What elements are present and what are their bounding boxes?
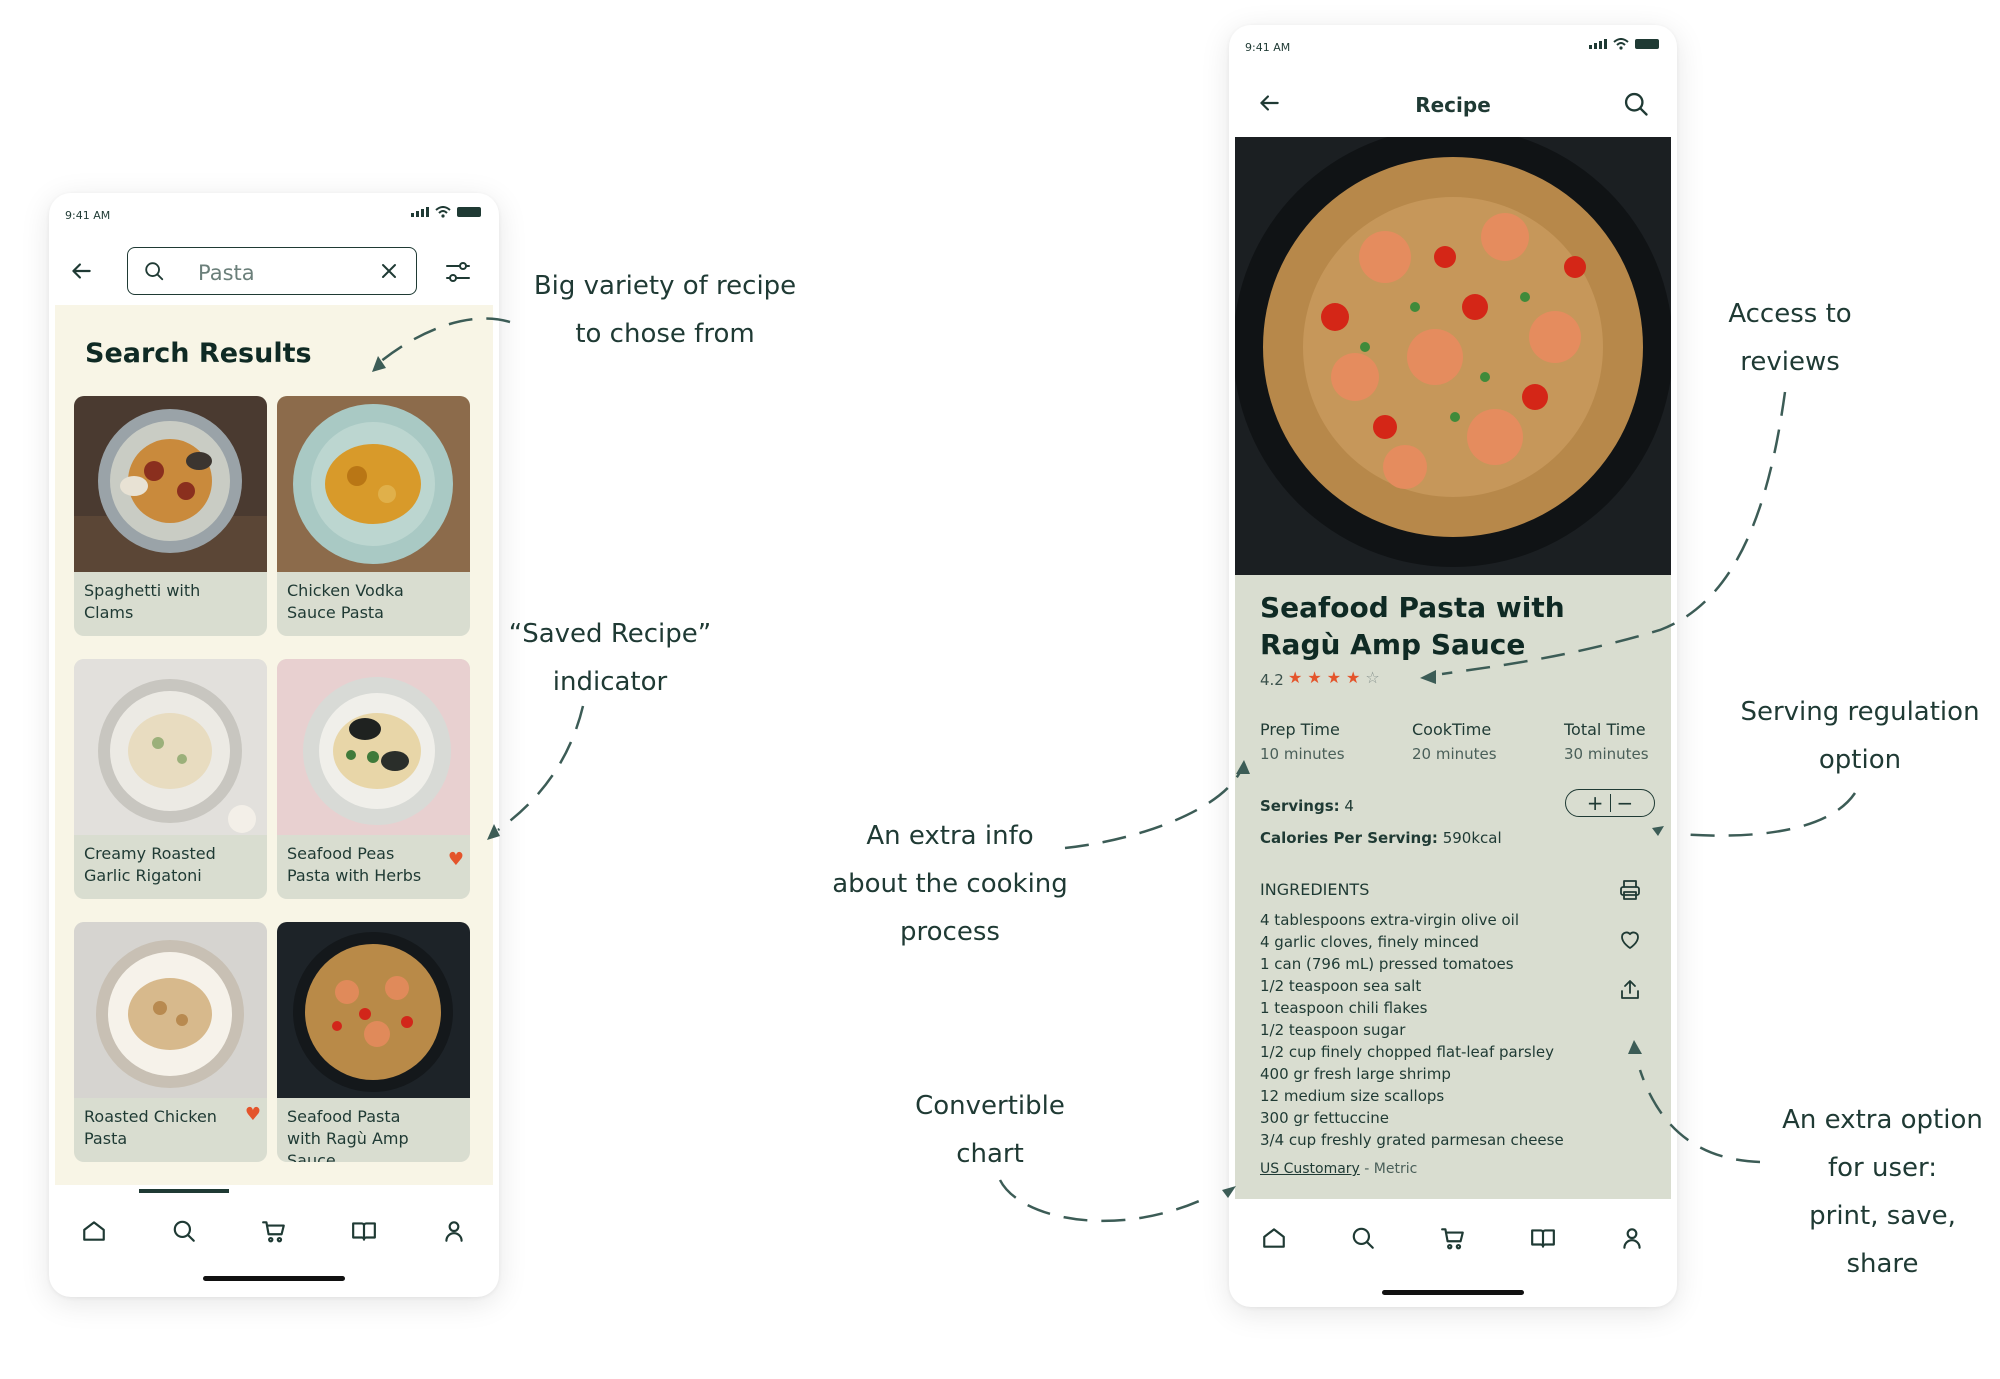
arrow-serving (1677, 792, 1857, 837)
arrow-extra-info (1064, 771, 1242, 850)
arrowhead-extra-option (1628, 1040, 1642, 1054)
arrowhead-reviews (1420, 670, 1436, 684)
arrow-extra-option (1638, 1069, 1761, 1164)
arrowhead-extra-info (1236, 760, 1250, 774)
annotation-arrows (372, 317, 1857, 1223)
arrowhead-serving (1652, 826, 1664, 836)
arrow-convertible (998, 1179, 1211, 1223)
arrow-variety (379, 317, 511, 363)
arrow-saved (497, 705, 585, 832)
arrowhead-convertible (1222, 1186, 1236, 1198)
arrow-reviews (1441, 391, 1787, 676)
arrowhead-saved (487, 824, 500, 840)
